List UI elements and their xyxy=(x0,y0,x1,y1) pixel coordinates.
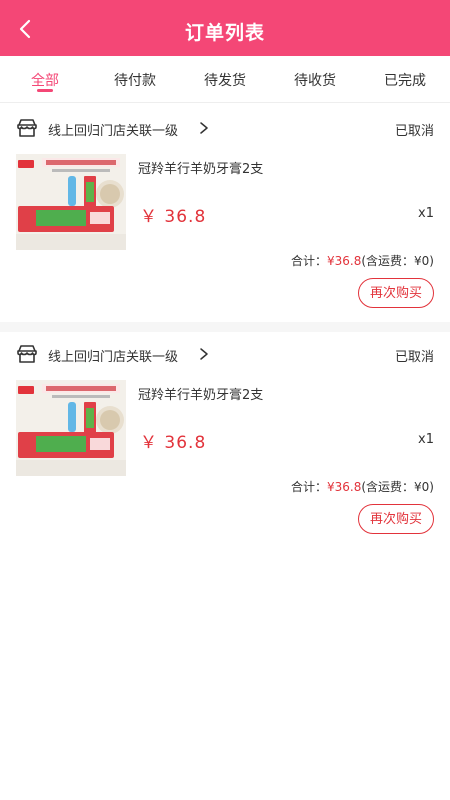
top-bar: 订单列表 xyxy=(0,0,450,56)
product-name: 冠羚羊行羊奶牙膏2支 xyxy=(138,388,264,403)
order-header: 线上回归门店关联一级 已取消 xyxy=(16,342,434,368)
total-label: 合计： xyxy=(290,254,327,268)
shipping-note: (含运费：¥0) xyxy=(361,480,434,494)
order-total: 合计：¥36.8(含运费：¥0) xyxy=(291,252,434,269)
order-status: 已取消 xyxy=(394,350,434,365)
product-price: ￥ 36.8 xyxy=(140,433,207,453)
tab-pending-receipt[interactable]: 待收货 xyxy=(270,56,360,102)
tab-label: 全部 xyxy=(31,73,59,89)
product-name: 冠羚羊行羊奶牙膏2支 xyxy=(138,162,264,177)
product-thumbnail[interactable] xyxy=(16,154,126,250)
order-total: 合计：¥36.8(含运费：¥0) xyxy=(291,478,434,495)
product-thumbnail[interactable] xyxy=(16,380,126,476)
store-icon xyxy=(17,345,37,363)
order-card: 线上回归门店关联一级 已取消 冠羚羊行羊奶牙膏2支 ￥ 36.8 x1 合计：¥… xyxy=(0,102,450,322)
order-header: 线上回归门店关联一级 已取消 xyxy=(16,116,434,142)
order-card: 线上回归门店关联一级 已取消 冠羚羊行羊奶牙膏2支 ￥ 36.8 x1 合计：¥… xyxy=(0,328,450,548)
product-quantity: x1 xyxy=(418,206,434,221)
tab-pending-payment[interactable]: 待付款 xyxy=(90,56,180,102)
product-price: ￥ 36.8 xyxy=(140,207,207,227)
toothpaste-product-image xyxy=(16,154,126,250)
toothpaste-product-image xyxy=(16,380,126,476)
tab-label: 待付款 xyxy=(114,73,156,89)
tab-all[interactable]: 全部 xyxy=(0,56,90,102)
chevron-right-icon xyxy=(200,348,208,360)
tab-label: 待收货 xyxy=(294,73,336,89)
total-amount: ¥36.8 xyxy=(327,254,362,268)
store-icon xyxy=(17,119,37,137)
chevron-right-icon xyxy=(200,122,208,134)
rebuy-button[interactable]: 再次购买 xyxy=(358,504,434,534)
order-tabs: 全部 待付款 待发货 待收货 已完成 xyxy=(0,56,450,103)
rebuy-button[interactable]: 再次购买 xyxy=(358,278,434,308)
tab-completed[interactable]: 已完成 xyxy=(360,56,450,102)
store-name-link[interactable]: 线上回归门店关联一级 xyxy=(48,346,178,365)
shipping-note: (含运费：¥0) xyxy=(361,254,434,268)
tab-pending-shipment[interactable]: 待发货 xyxy=(180,56,270,102)
order-status: 已取消 xyxy=(394,124,434,139)
tab-label: 待发货 xyxy=(204,73,246,89)
store-name-link[interactable]: 线上回归门店关联一级 xyxy=(48,120,178,139)
total-amount: ¥36.8 xyxy=(327,480,362,494)
product-quantity: x1 xyxy=(418,432,434,447)
page-title: 订单列表 xyxy=(184,22,265,44)
active-tab-indicator xyxy=(37,89,53,92)
tab-label: 已完成 xyxy=(384,73,426,89)
total-label: 合计： xyxy=(290,480,327,494)
